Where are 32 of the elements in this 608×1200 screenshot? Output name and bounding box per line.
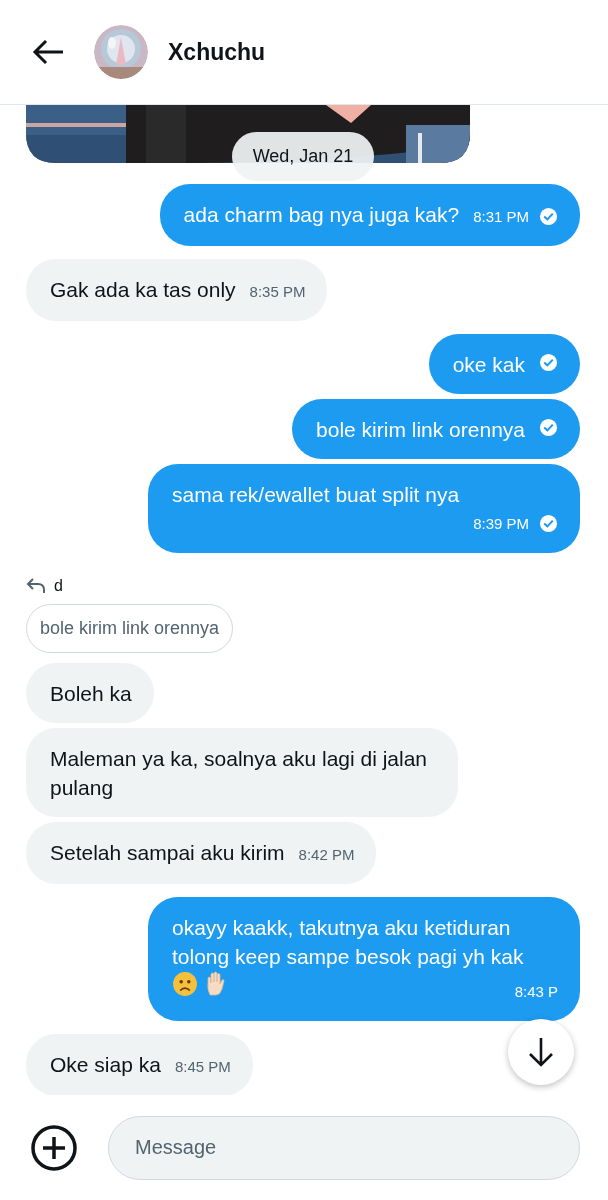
message-bubble[interactable]: Oke siap ka 8:45 PM [26, 1034, 253, 1095]
message-text: okayy kaakk, takutnya aku ketiduran tolong keep sampe besok pagi yh kak [172, 915, 525, 970]
message-bubble[interactable]: Gak ada ka tas only 8:35 PM [26, 259, 328, 321]
message-text: Setelah sampai aku kirim [50, 840, 285, 866]
message-text: Maleman ya ka, soalnya aku lagi di jalan pulang [50, 746, 429, 801]
message-time: 8:42 PM [298, 845, 355, 865]
message-text: oke kak [452, 352, 525, 378]
message-text: sama rek/ewallet buat split nya [172, 482, 460, 508]
contact-name: Xchuchu [168, 38, 266, 66]
message-text: ada charm bag nya juga kak? [183, 202, 460, 228]
message-time: 8:45 PM [174, 1057, 231, 1077]
message-bubble[interactable]: Setelah sampai aku kirim 8:42 PM [26, 822, 377, 884]
message-text: Boleh ka [50, 681, 132, 707]
reply-icon [26, 578, 46, 594]
scroll-down-button[interactable] [508, 1019, 574, 1085]
raised-hand-icon [204, 971, 228, 997]
message-field[interactable]: Message [108, 1115, 580, 1180]
message-text: Gak ada ka tas only [50, 277, 236, 303]
message-bubble[interactable]: Boleh ka [26, 663, 154, 723]
reply-sender: d [54, 577, 63, 595]
back-arrow-icon[interactable] [32, 39, 64, 65]
message-bubble[interactable]: Maleman ya ka, soalnya aku lagi di jalan pulang [26, 728, 458, 817]
message-time: 8:31 PM [473, 207, 529, 227]
down-arrow-icon [528, 1037, 554, 1067]
date-separator: Wed, Jan 21 [231, 132, 375, 181]
message-time: 8:39 PM [473, 514, 529, 534]
message-text: Oke siap ka [50, 1052, 161, 1078]
message-time: 8:35 PM [249, 282, 306, 302]
message-text: bole kirim link orennya [316, 417, 525, 443]
add-icon[interactable] [30, 1123, 78, 1172]
message-time: 8:43 P [514, 982, 558, 1002]
worried-face-icon [172, 971, 198, 997]
